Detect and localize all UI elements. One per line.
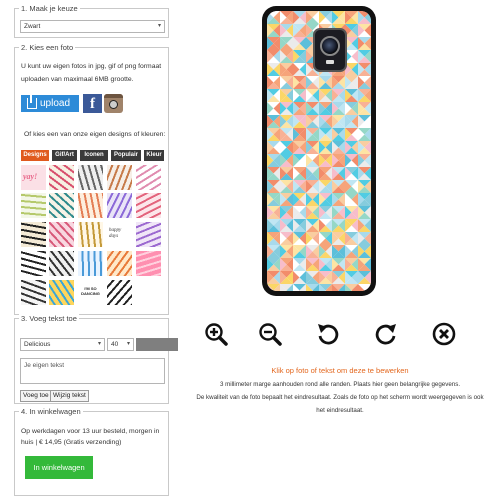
margin-note: 3 millimeter marge aanhouden rond alle r… [219,381,461,388]
design-thumbnail[interactable] [21,193,46,218]
design-thumbnail[interactable]: happy days [107,222,132,247]
edit-text-button[interactable]: Wijzig tekst [50,390,89,402]
tab-gif-art[interactable]: Gif/Art [52,150,77,161]
design-thumbnail[interactable] [49,193,74,218]
upload-icon [27,94,37,109]
font-size-select[interactable]: 40 ▾ [107,338,134,351]
step-4-title: 4. In winkelwagen [19,407,83,417]
design-thumbnail[interactable]: I'M SO DANCING [78,280,103,305]
text-color-picker[interactable] [136,338,178,351]
design-thumbnail[interactable] [107,280,132,305]
design-thumbnail[interactable] [107,165,132,190]
design-thumbnail[interactable] [49,280,74,305]
add-text-button[interactable]: Voeg toe [20,390,52,402]
step-3-panel: 3. Voeg tekst toe Delicious ▾ 40 ▾ Je ei… [14,314,178,404]
delete-icon[interactable] [432,322,456,346]
step-1-panel: 1. Maak je keuze Zwart ▾ [14,4,169,38]
design-thumbnail[interactable] [49,165,74,190]
design-thumbnail[interactable] [78,251,103,276]
thumb-text: yay! [23,172,38,181]
step-2-panel: 2. Kies een foto U kunt uw eigen fotos i… [14,43,169,315]
add-to-cart-button[interactable]: In winkelwagen [25,456,93,479]
upload-intro-line-1: U kunt uw eigen fotos in jpg, gif of png… [21,63,162,70]
design-thumbnail[interactable] [78,222,103,247]
thumb-text: I'M SO DANCING [81,286,100,296]
chevron-down-icon: ▾ [126,341,130,347]
upload-intro-line-2: uploaden van maximaal 6MB grootte. [21,76,134,83]
camera-lens-icon [320,36,340,56]
design-thumbnail[interactable] [107,251,132,276]
designs-intro: Of kies een van onze eigen designs of kl… [24,131,166,138]
upload-button-label: upload [40,98,71,109]
quality-note-line-2: het eindresultaat. [316,407,364,414]
upload-button[interactable]: upload [21,94,79,112]
tab-populair[interactable]: Populair [111,150,141,161]
design-thumbnail[interactable] [107,193,132,218]
step-4-panel: 4. In winkelwagen Op werkdagen voor 13 u… [14,407,169,496]
zoom-in-icon[interactable] [204,322,228,346]
chevron-down-icon: ▾ [97,341,101,347]
design-thumbnail[interactable] [136,251,161,276]
delivery-line-1: Op werkdagen voor 13 uur besteld, morgen… [21,428,160,435]
camera-cutout [313,28,347,72]
design-thumbnail[interactable] [21,251,46,276]
font-select-value: Delicious [24,341,51,348]
step-2-title: 2. Kies een foto [19,43,76,53]
font-size-value: 40 [111,341,119,348]
design-thumbnail[interactable] [136,165,161,190]
chevron-down-icon: ▾ [157,23,161,29]
design-thumbnail[interactable] [49,251,74,276]
rotate-right-icon[interactable] [374,322,398,346]
tab-iconen[interactable]: Iconen [80,150,108,161]
design-thumbnail[interactable] [49,222,74,247]
zoom-out-icon[interactable] [258,322,282,346]
facebook-icon[interactable]: f [83,94,102,113]
rotate-left-icon[interactable] [316,322,340,346]
instagram-icon[interactable] [104,94,123,113]
design-thumbnail[interactable] [78,165,103,190]
color-select-value: Zwart [24,23,41,30]
font-select[interactable]: Delicious ▾ [20,338,105,351]
design-thumbnail[interactable] [136,193,161,218]
design-thumbnail[interactable] [136,222,161,247]
thumb-text: happy days [109,228,122,239]
design-thumbnail[interactable] [21,222,46,247]
quality-note-line-1: De kwaliteit van de foto bepaalt het ein… [196,394,484,401]
design-thumbnail[interactable] [21,280,46,305]
edit-hint: Klik op foto of tekst om deze te bewerke… [271,366,409,375]
tab-designs[interactable]: Designs [21,150,49,161]
text-input[interactable]: Je eigen tekst [20,358,165,384]
tab-kleur[interactable]: Kleur [144,150,164,161]
design-thumbnail[interactable] [78,193,103,218]
color-select[interactable]: Zwart ▾ [20,20,165,33]
step-3-title: 3. Voeg tekst toe [19,314,79,324]
design-thumbnail[interactable]: yay! [21,165,46,190]
step-1-title: 1. Maak je keuze [19,4,80,14]
delivery-line-2: huis | € 14,95 (Gratis verzending) [21,439,122,446]
flash-icon [326,60,334,64]
